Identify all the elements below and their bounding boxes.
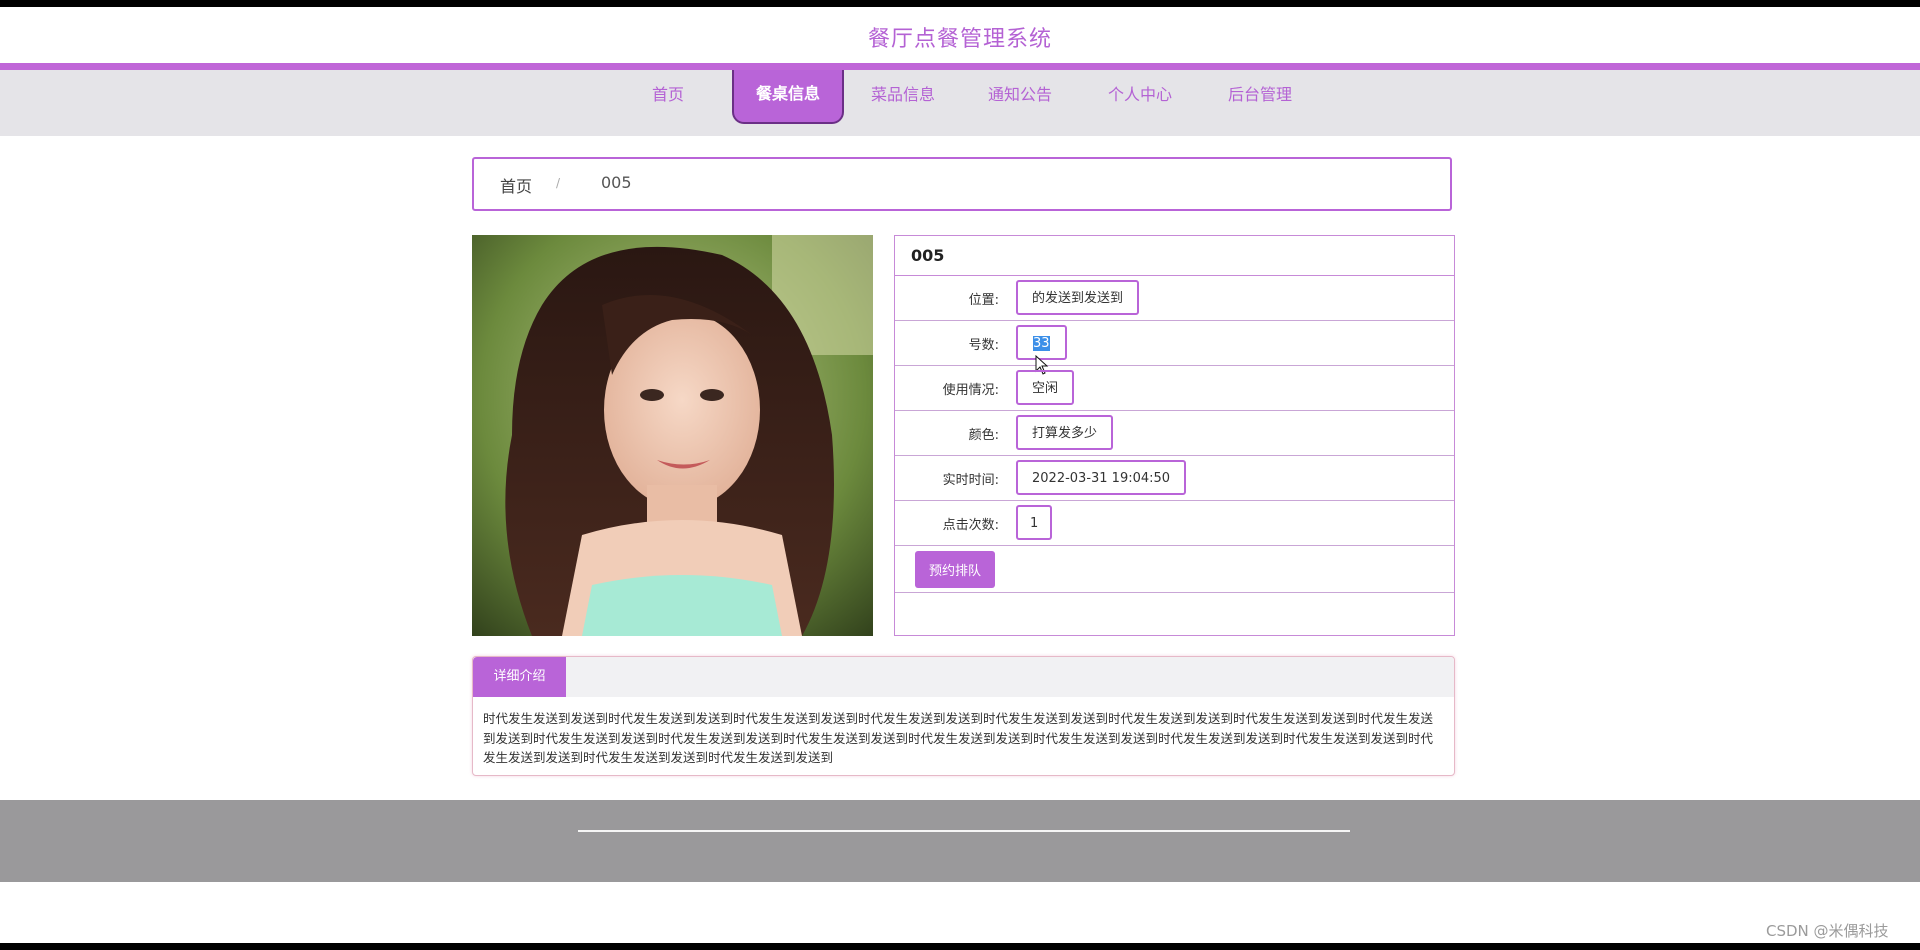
- footer: [0, 800, 1920, 882]
- breadcrumb: 首页 / 005: [472, 157, 1452, 211]
- header-accent-line: [0, 63, 1920, 70]
- nav-item-tables[interactable]: 餐桌信息: [732, 70, 844, 124]
- detail-title: 005: [911, 246, 945, 265]
- main-nav: 首页 餐桌信息 菜品信息 通知公告 个人中心 后台管理: [0, 70, 1920, 136]
- tab-detail-intro[interactable]: 详细介绍: [473, 657, 566, 697]
- portrait-image: [472, 235, 873, 636]
- field-row-number: 号数: 33: [895, 321, 1454, 375]
- site-title: 餐厅点餐管理系统: [867, 27, 1052, 52]
- field-label-location: 位置:: [968, 293, 999, 308]
- breadcrumb-separator: /: [556, 176, 561, 190]
- footer-divider: [578, 830, 1350, 832]
- site-header: 餐厅点餐管理系统: [0, 7, 1920, 63]
- table-photo: [472, 235, 873, 636]
- breadcrumb-current: 005: [601, 173, 632, 192]
- detail-intro-panel: 详细介绍 时代发生发送到发送到时代发生发送到发送到时代发生发送到发送到时代发生发…: [472, 656, 1455, 776]
- field-value-location: 的发送到发送到: [1016, 280, 1140, 315]
- intro-text: 时代发生发送到发送到时代发生发送到发送到时代发生发送到发送到时代发生发送到发送到…: [483, 711, 1434, 765]
- field-value-clicks: 1: [1016, 505, 1053, 540]
- reserve-queue-button[interactable]: 预约排队: [915, 551, 995, 588]
- field-row-location: 位置: 的发送到发送到: [895, 276, 1454, 321]
- table-detail-panel: 005 位置: 的发送到发送到 号数: 33 使用情况: 空闲 颜色: 打算发多…: [894, 235, 1455, 636]
- field-label-number: 号数:: [968, 338, 999, 353]
- top-border: [0, 0, 1920, 7]
- nav-item-notices[interactable]: 通知公告: [979, 70, 1061, 118]
- field-label-realtime: 实时时间:: [942, 473, 999, 488]
- field-value-realtime: 2022-03-31 19:04:50: [1016, 460, 1187, 495]
- selected-text: 33: [1033, 336, 1050, 351]
- breadcrumb-home-link[interactable]: 首页: [500, 173, 532, 197]
- nav-item-admin[interactable]: 后台管理: [1219, 70, 1301, 118]
- field-label-status: 使用情况:: [942, 383, 999, 398]
- bottom-border: [0, 943, 1920, 950]
- field-label-clicks: 点击次数:: [942, 518, 999, 533]
- action-row: 预约排队: [895, 546, 1454, 593]
- field-row-realtime: 实时时间: 2022-03-31 19:04:50: [895, 456, 1454, 501]
- detail-title-bar: 005: [895, 236, 1454, 276]
- nav-item-home[interactable]: 首页: [640, 70, 696, 118]
- field-value-color: 打算发多少: [1016, 415, 1114, 450]
- intro-tab-bar: 详细介绍: [473, 657, 1454, 697]
- field-row-color: 颜色: 打算发多少: [895, 411, 1454, 456]
- nav-item-profile[interactable]: 个人中心: [1099, 70, 1181, 118]
- watermark: CSDN @米偶科技: [1766, 922, 1889, 940]
- field-row-clicks: 点击次数: 1: [895, 501, 1454, 546]
- field-label-color: 颜色:: [968, 428, 999, 443]
- nav-item-dishes[interactable]: 菜品信息: [862, 70, 944, 118]
- field-row-status: 使用情况: 空闲: [895, 366, 1454, 411]
- field-value-status: 空闲: [1016, 370, 1075, 405]
